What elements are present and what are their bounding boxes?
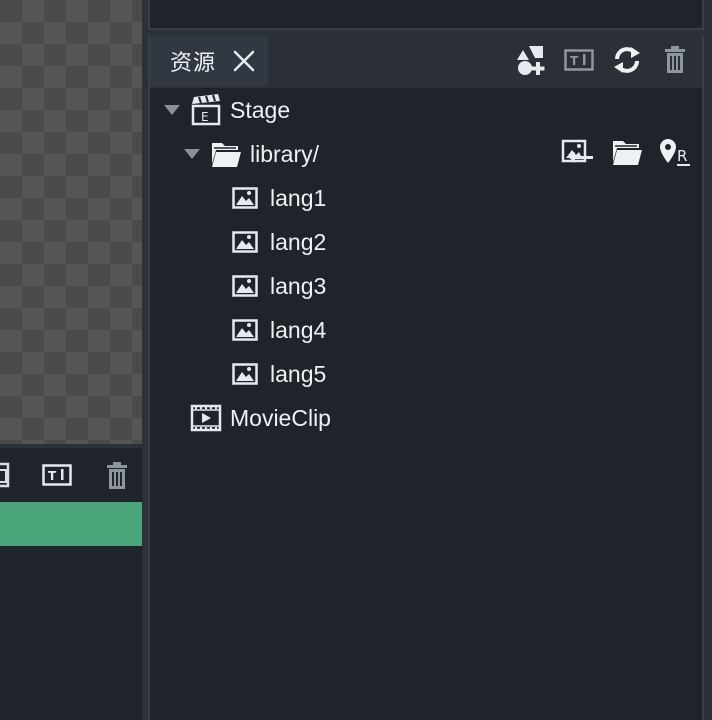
expand-caret-icon[interactable] <box>164 105 180 115</box>
text-field-icon[interactable]: T <box>42 464 72 491</box>
open-folder-button[interactable] <box>610 138 644 170</box>
panel-header: 资源 T <box>150 36 702 88</box>
tree-node-label: library/ <box>250 140 320 167</box>
import-image-button[interactable] <box>560 138 594 170</box>
create-asset-button[interactable] <box>514 44 548 81</box>
image-import-icon <box>561 139 593 170</box>
image-icon <box>232 319 258 346</box>
upper-panel <box>148 0 704 30</box>
copy-icon[interactable] <box>0 462 12 495</box>
folder-open-icon <box>611 138 643 171</box>
left-panel-empty-area <box>0 546 142 720</box>
tree-node-label: lang3 <box>270 272 327 299</box>
refresh-button[interactable] <box>610 46 644 78</box>
map-pin-r-icon: R <box>658 137 692 172</box>
svg-text:T: T <box>48 469 57 483</box>
tree-node-image[interactable]: lang5 <box>150 352 702 396</box>
tree-node-movieclip[interactable]: MovieClip <box>150 396 702 440</box>
trash-icon <box>664 45 686 79</box>
tree-node-image[interactable]: lang3 <box>150 264 702 308</box>
image-icon <box>232 363 258 390</box>
tree-node-image[interactable]: lang2 <box>150 220 702 264</box>
tab-assets[interactable]: 资源 <box>150 36 268 86</box>
shapes-add-icon <box>515 44 547 81</box>
tree-node-label: lang2 <box>270 228 327 255</box>
expand-caret-icon[interactable] <box>184 149 200 159</box>
svg-text:T: T <box>570 54 579 68</box>
assets-panel: 资源 T E Stage library/ R lang1 lang2 lang… <box>148 36 704 720</box>
image-icon <box>232 275 258 302</box>
folder-open-icon <box>210 140 242 173</box>
tree-node-label: lang1 <box>270 184 327 211</box>
tab-title: 资源 <box>170 50 217 75</box>
close-icon[interactable] <box>232 49 256 73</box>
trash-icon[interactable] <box>106 462 128 495</box>
svg-text:R: R <box>677 147 687 165</box>
refresh-icon <box>612 45 642 80</box>
locate-button[interactable]: R <box>658 138 692 170</box>
rename-button[interactable]: T <box>562 46 596 78</box>
tree-node-label: MovieClip <box>230 404 331 431</box>
delete-button[interactable] <box>658 45 692 79</box>
right-edge <box>704 0 712 720</box>
tree-node-image[interactable]: lang4 <box>150 308 702 352</box>
tree-node-image[interactable]: lang1 <box>150 176 702 220</box>
tree-node-stage[interactable]: E Stage <box>150 88 702 132</box>
canvas-checkerboard <box>0 0 142 444</box>
image-icon <box>232 187 258 214</box>
film-icon <box>190 404 222 437</box>
selected-layer-row[interactable] <box>0 502 142 546</box>
tree-node-label: lang5 <box>270 360 327 387</box>
tree-node-label: Stage <box>230 96 291 123</box>
tree-node-library[interactable]: library/ R <box>150 132 702 176</box>
text-field-icon: T <box>564 48 594 76</box>
svg-text:E: E <box>201 110 209 124</box>
image-icon <box>232 231 258 258</box>
left-toolbar: T <box>0 448 142 496</box>
tree-node-label: lang4 <box>270 316 327 343</box>
clapperboard-icon: E <box>190 94 222 131</box>
